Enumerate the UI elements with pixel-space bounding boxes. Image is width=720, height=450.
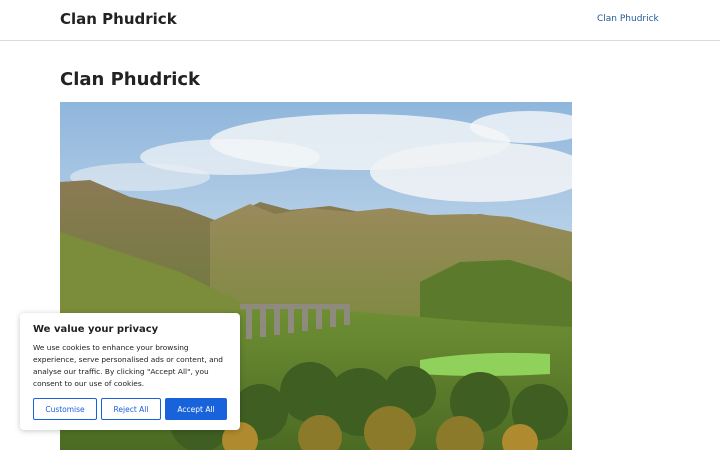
site-title-link[interactable]: Clan Phudrick [60,10,177,28]
reject-all-button[interactable]: Reject All [101,398,161,420]
cookie-banner-text: We use cookies to enhance your browsing … [33,343,224,388]
customise-button[interactable]: Customise [33,398,97,420]
accept-all-button[interactable]: Accept All [165,398,227,420]
nav-link-clan-phudrick[interactable]: Clan Phudrick [597,14,659,24]
site-header: Clan Phudrick Clan Phudrick [0,0,720,41]
page-title: Clan Phudrick [60,69,201,90]
cookie-banner-title: We value your privacy [33,324,159,335]
cookie-consent-banner: We value your privacy We use cookies to … [20,313,240,430]
